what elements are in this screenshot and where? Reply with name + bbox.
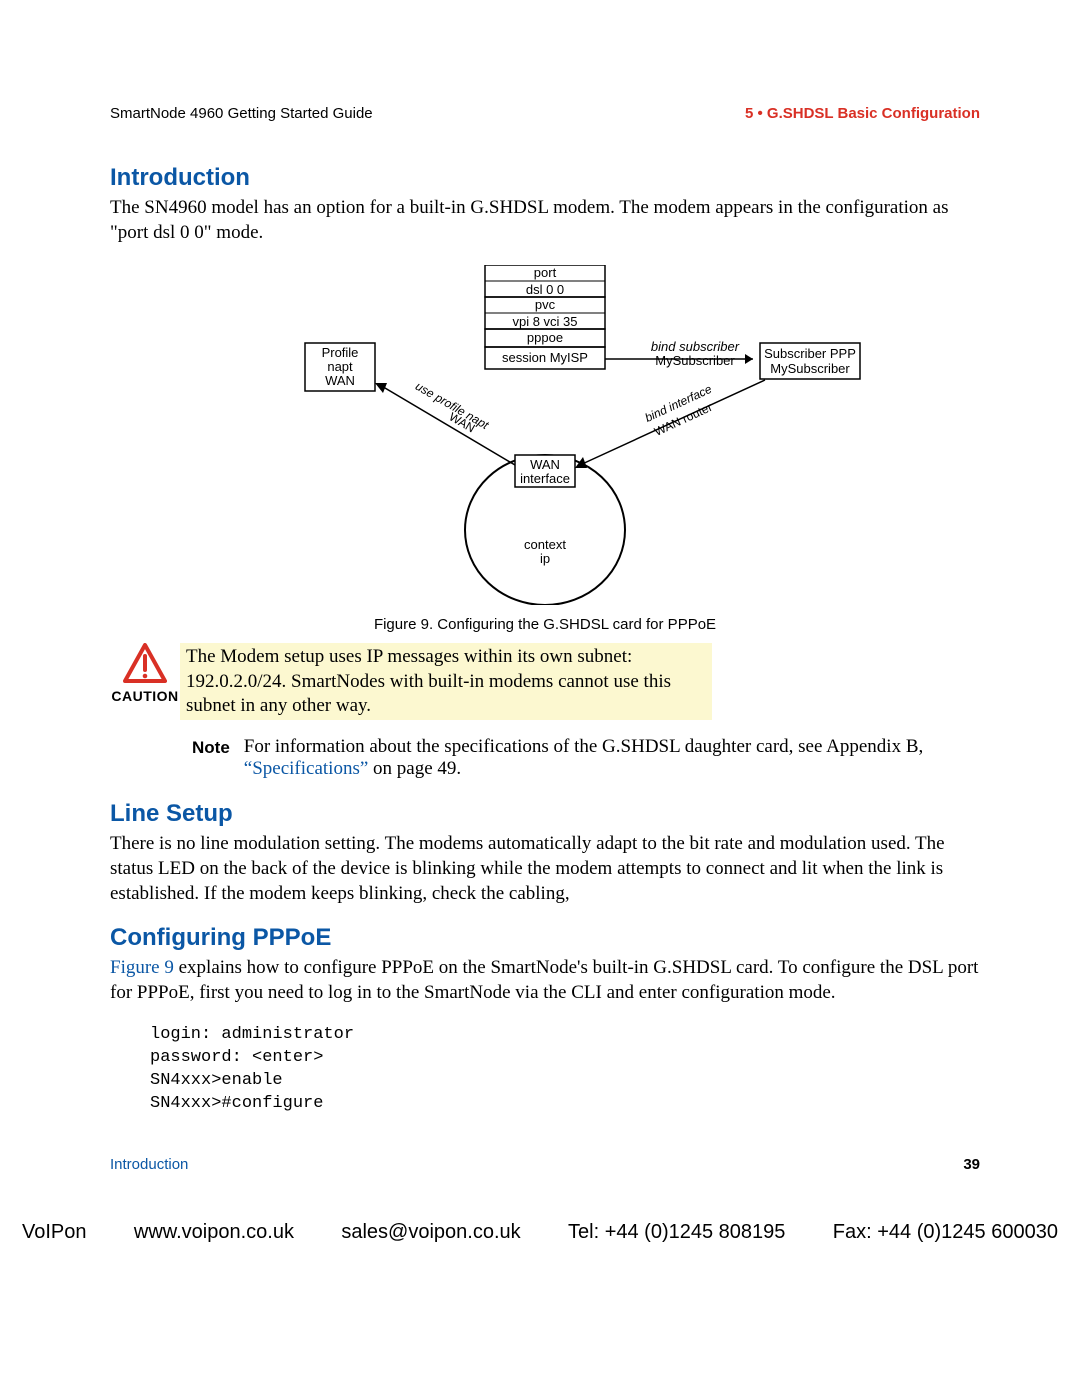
contact-email: sales@voipon.co.uk	[341, 1221, 520, 1244]
diagram-ctx-1: context	[524, 537, 566, 552]
diagram-pvc-label: pvc	[535, 297, 556, 312]
page-footer: Introduction 39	[110, 1156, 980, 1173]
note-label: Note	[192, 736, 244, 780]
heading-introduction: Introduction	[110, 164, 980, 192]
caution-label: CAUTION	[110, 688, 180, 704]
cli-code-block: login: administrator password: <enter> S…	[150, 1024, 980, 1116]
diagram-ctx-2: ip	[540, 551, 550, 566]
figure-9-link[interactable]: Figure 9	[110, 957, 174, 978]
page-number: 39	[963, 1156, 980, 1173]
contact-tel: Tel: +44 (0)1245 808195	[568, 1221, 785, 1244]
pppoe-paragraph: Figure 9 explains how to configure PPPoE…	[110, 956, 980, 1005]
intro-paragraph: The SN4960 model has an option for a bui…	[110, 196, 980, 245]
contact-url: www.voipon.co.uk	[134, 1221, 294, 1244]
diagram-pvc-val: vpi 8 vci 35	[512, 314, 577, 329]
diagram-bind-sub-1: bind subscriber	[651, 339, 740, 354]
diagram-sub-1: Subscriber PPP	[764, 346, 856, 361]
note-block: Note For information about the specifica…	[192, 736, 980, 780]
contact-fax: Fax: +44 (0)1245 600030	[833, 1221, 1058, 1244]
contact-bar: VoIPon www.voipon.co.uk sales@voipon.co.…	[0, 1193, 1080, 1254]
diagram-pppoe: pppoe	[527, 330, 563, 345]
diagram-session: session MyISP	[502, 350, 588, 365]
diagram-sub-2: MySubscriber	[770, 361, 850, 376]
diagram-port-dsl: dsl 0 0	[526, 282, 564, 297]
header-left: SmartNode 4960 Getting Started Guide	[110, 105, 373, 122]
diagram-profile-1: Profile	[322, 345, 359, 360]
diagram-bind-sub-2: MySubscriber	[655, 353, 735, 368]
figure-caption: Figure 9. Configuring the G.SHDSL card f…	[110, 616, 980, 633]
contact-company: VoIPon	[22, 1221, 87, 1244]
specifications-link[interactable]: “Specifications”	[244, 758, 369, 779]
heading-configuring-pppoe: Configuring PPPoE	[110, 924, 980, 952]
diagram-wan-2: interface	[520, 471, 570, 486]
diagram-port-label: port	[534, 265, 557, 280]
diagram-wan-1: WAN	[530, 457, 560, 472]
figure-9-diagram: port dsl 0 0 pvc vpi 8 vci 35 pppoe sess…	[110, 265, 980, 633]
header-right: 5 • G.SHDSL Basic Configuration	[745, 105, 980, 122]
diagram-profile-3: WAN	[325, 373, 355, 388]
note-text: For information about the specifications…	[244, 736, 980, 780]
diagram-profile-2: napt	[327, 359, 353, 374]
caution-text: The Modem setup uses IP messages within …	[180, 643, 712, 720]
caution-block: CAUTION The Modem setup uses IP messages…	[110, 643, 980, 720]
heading-line-setup: Line Setup	[110, 800, 980, 828]
footer-section-name: Introduction	[110, 1156, 188, 1173]
page-header: SmartNode 4960 Getting Started Guide 5 •…	[110, 105, 980, 122]
caution-icon	[123, 643, 167, 683]
line-setup-paragraph: There is no line modulation setting. The…	[110, 832, 980, 906]
